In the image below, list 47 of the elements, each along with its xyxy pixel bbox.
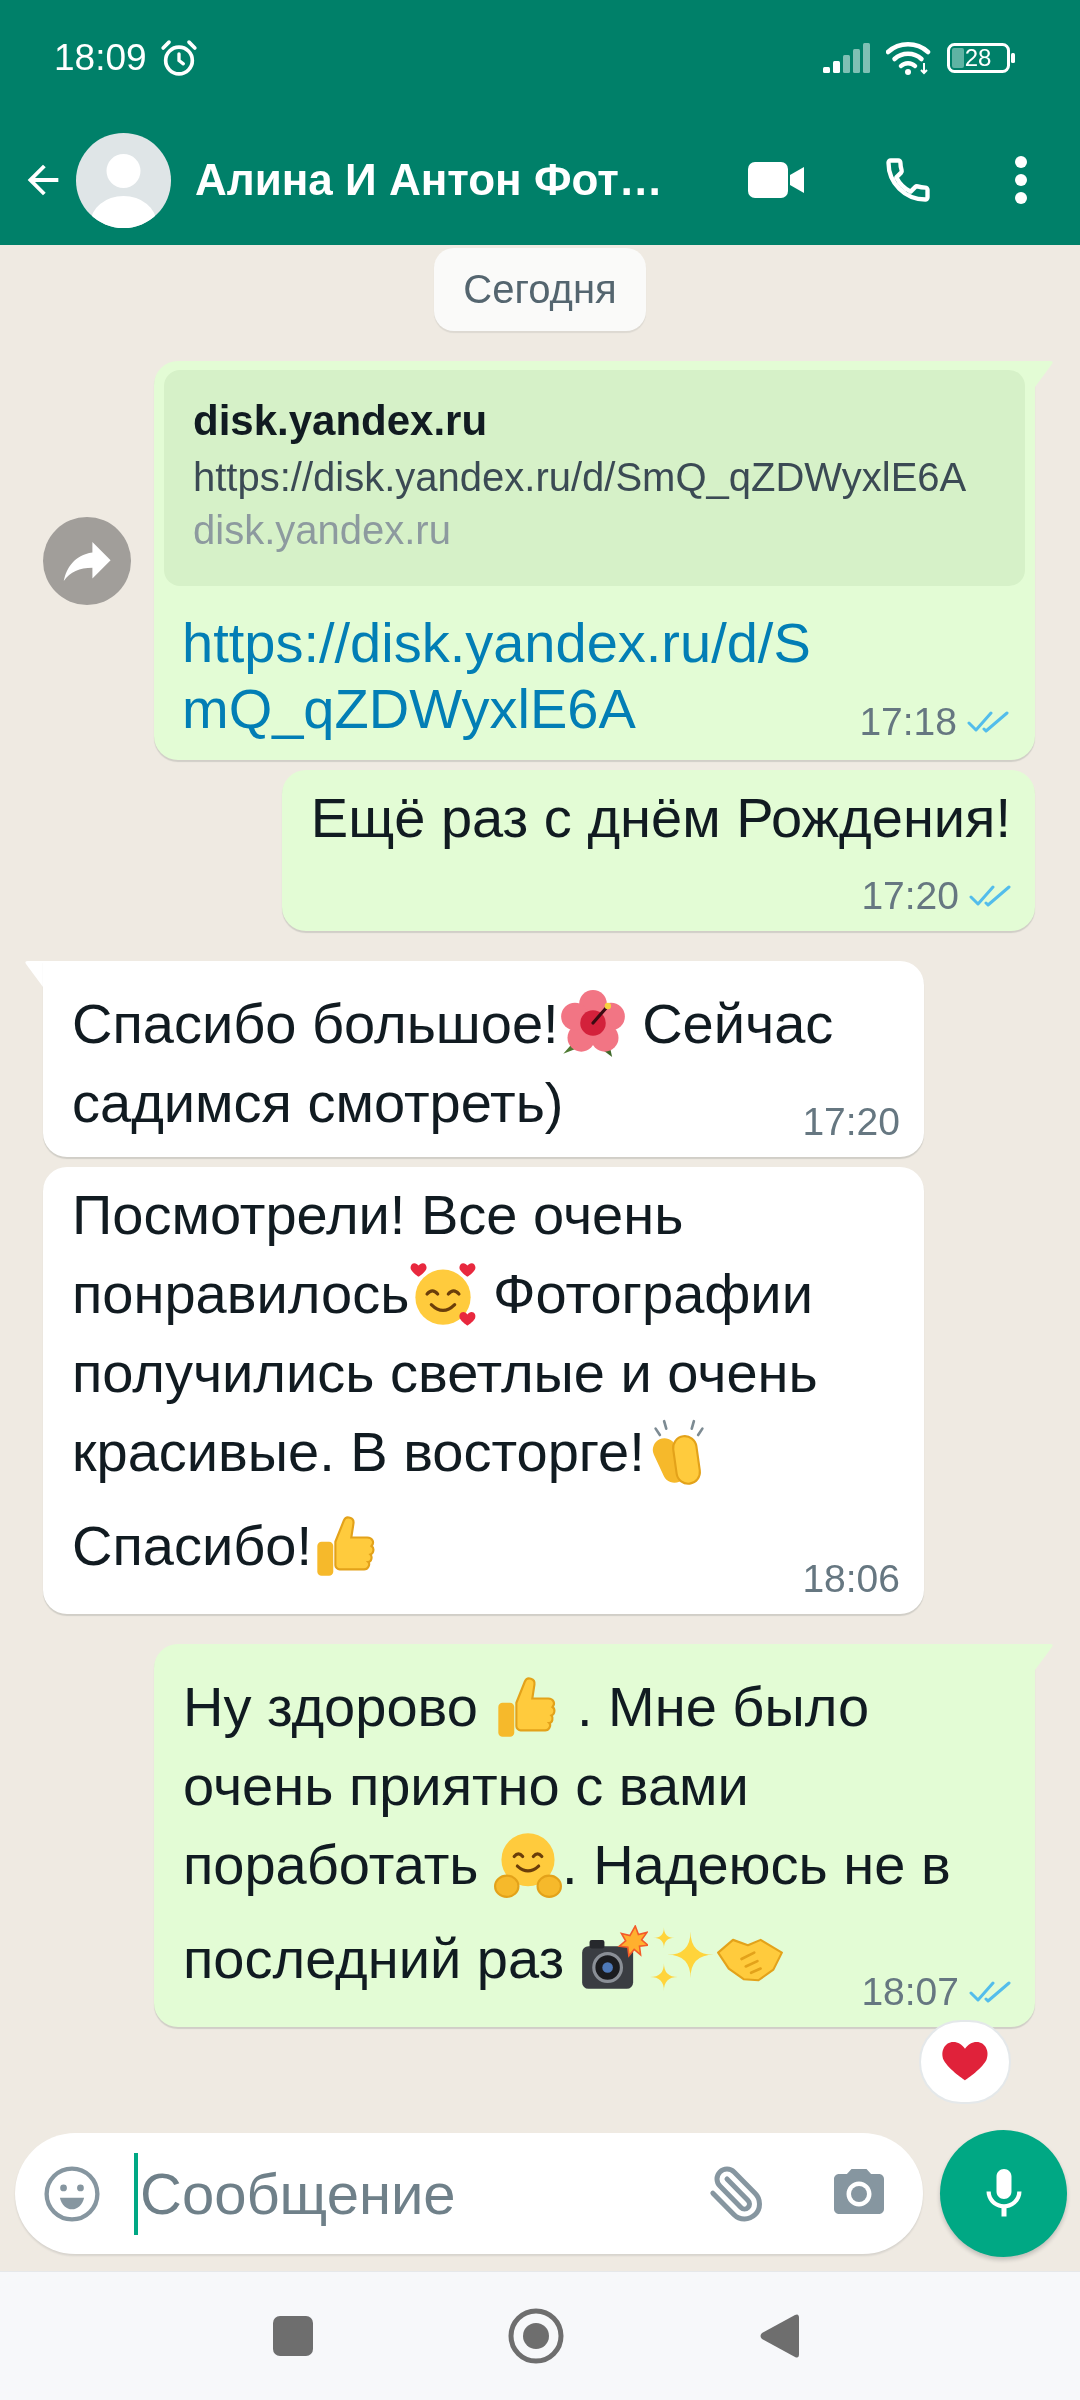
message-time: 17:20 [861,876,959,916]
flower-icon [558,990,627,1058]
message-text: поработать [183,1833,480,1896]
message-text: очень приятно с вами [183,1754,749,1817]
message-text: Сейчас [641,992,834,1055]
message-input[interactable]: Сообщение [138,2153,687,2234]
battery-percentage: 28 [964,45,992,70]
more-options-icon[interactable] [1014,155,1028,205]
recent-apps-icon[interactable] [273,2316,313,2356]
message-text: . Мне было [575,1675,870,1738]
preview-url: https://disk.yandex.ru/d/SmQ_qZDWyxlE6A [193,454,967,501]
message-text: красивые. В восторге! [72,1420,645,1483]
status-time: 18:09 [54,36,147,79]
nav-back-icon[interactable] [759,2313,799,2359]
message-text: садимся смотреть) [72,1071,564,1134]
message-time: 17:18 [859,702,957,742]
message-link[interactable]: https://disk.yandex.ru/d/SmQ_qZDWyxlE6A [182,610,840,742]
home-icon[interactable] [508,2308,564,2364]
message-field[interactable]: Сообщение [15,2133,923,2254]
message-text: понравилось [72,1262,410,1325]
date-label: Сегодня [434,248,646,331]
message-text: получились светлые и очень [72,1341,818,1404]
smiling-face-hearts-icon [409,1260,478,1328]
battery-icon [947,42,1016,73]
message-text: Фотографии [491,1262,813,1325]
message-text: Спасибо большое! [72,992,559,1055]
emoji-icon[interactable] [43,2164,101,2223]
message-text: последний раз [183,1927,566,1990]
message-text: Посмотрели! Все очень [72,1183,684,1246]
signal-icon [823,42,871,73]
message-text: Спасибо! [72,1514,312,1577]
preview-title: disk.yandex.ru [193,396,488,446]
wifi-icon [886,40,932,75]
message-time: 18:06 [802,1559,900,1599]
message-text: Ещё раз с днём Рождения! [310,786,1011,849]
message-time: 18:07 [861,1972,959,2012]
alarm-clock-icon [158,37,199,78]
link-preview[interactable]: disk.yandex.ru https://disk.yandex.ru/d/SmQ_qZDWyxlE6A disk.yandex.ru [164,370,1025,586]
avatar-icon[interactable] [76,132,171,228]
message-text: . Надеюсь не в [562,1833,951,1896]
chat-title[interactable]: Алина И Антон Фот… [195,155,663,205]
video-call-icon[interactable] [748,160,806,200]
preview-domain: disk.yandex.ru [193,507,451,554]
forward-icon[interactable] [43,516,131,605]
message-time: 17:20 [802,1102,900,1142]
hugging-face-icon [494,1831,563,1899]
message-text: Ну здорово [183,1675,479,1738]
